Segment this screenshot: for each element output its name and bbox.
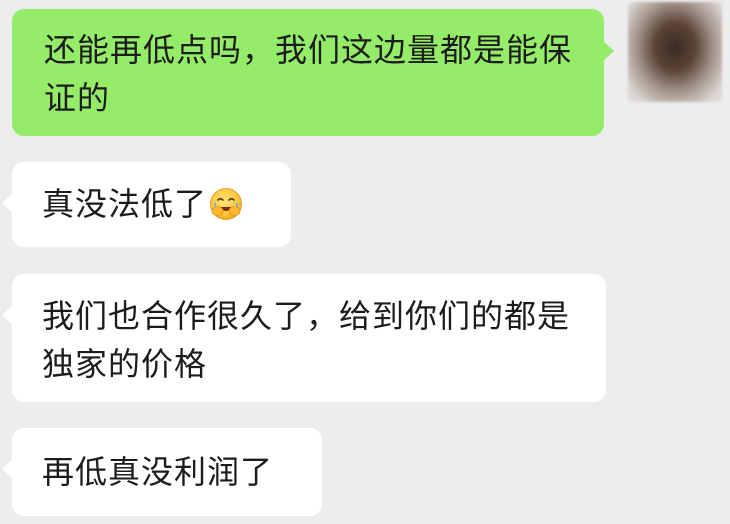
message-text: 还能再低点吗，我们这边量都是能保证的 (44, 31, 573, 117)
message-text: 再低真没利润了 (42, 453, 274, 491)
message-text: 真没法低了 (42, 185, 208, 223)
chat-area: 还能再低点吗，我们这边量都是能保证的 真没法低了 我们也合作很久了，给到你们的都… (0, 0, 730, 524)
message-bubble-received[interactable]: 我们也合作很久了，给到你们的都是独家的价格 (2, 274, 606, 402)
message-bubble-received[interactable]: 再低真没利润了 (2, 428, 322, 516)
message-text: 我们也合作很久了，给到你们的都是独家的价格 (42, 297, 571, 383)
avatar[interactable] (628, 2, 722, 102)
message-bubble-received[interactable]: 真没法低了 (2, 162, 291, 247)
face-palm-laugh-emoji-icon (210, 188, 242, 220)
bubble-tail (2, 193, 13, 213)
bubble-tail (603, 41, 614, 61)
bubble-tail (2, 305, 13, 325)
bubble-tail (2, 459, 13, 479)
message-bubble-sent[interactable]: 还能再低点吗，我们这边量都是能保证的 (12, 9, 614, 136)
